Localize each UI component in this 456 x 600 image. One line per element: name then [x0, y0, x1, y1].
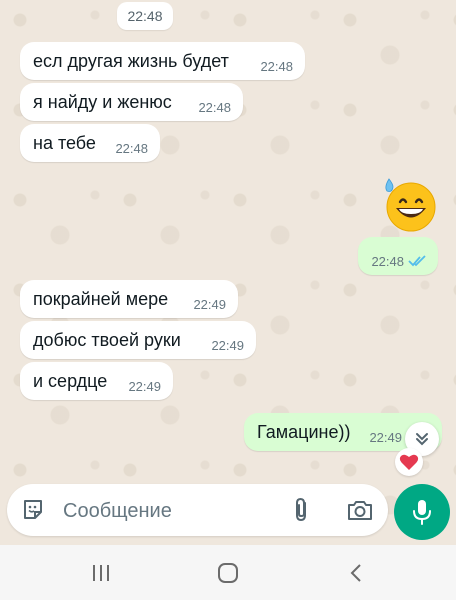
- message-bubble-incoming[interactable]: на тебе 22:48: [20, 124, 160, 162]
- reaction-badge[interactable]: [395, 448, 423, 476]
- message-text: Гамацине)): [257, 421, 351, 442]
- message-time: 22:49: [369, 430, 402, 445]
- message-text: и сердце: [33, 370, 108, 391]
- message-time: 22:49: [193, 297, 226, 312]
- recent-apps-button[interactable]: [87, 561, 115, 585]
- read-ticks-icon: [408, 255, 426, 267]
- message-time: 22:48: [115, 141, 148, 156]
- date-chip: 22:48: [117, 2, 173, 30]
- message-bubble-incoming[interactable]: и сердце 22:49: [20, 362, 173, 400]
- voice-message-button[interactable]: [394, 484, 450, 540]
- chevron-double-down-icon: [416, 433, 428, 446]
- message-time: 22:48: [371, 254, 404, 269]
- message-time: 22:49: [211, 338, 244, 353]
- sticker-icon[interactable]: [21, 498, 45, 522]
- message-text: покрайней мере: [33, 288, 169, 309]
- grinning-face-with-sweat-emoji[interactable]: [381, 175, 439, 233]
- system-navigation-bar: [0, 545, 456, 600]
- recent-apps-icon: [93, 565, 109, 581]
- message-time: 22:48: [260, 59, 293, 74]
- message-bubble-incoming[interactable]: есл другая жизнь будет 22:48: [20, 42, 305, 80]
- message-text: есл другая жизнь будет: [33, 50, 229, 71]
- message-time: 22:48: [198, 100, 231, 115]
- back-arrow-icon: [350, 564, 361, 582]
- message-bubble-incoming[interactable]: добюс твоей руки 22:49: [20, 321, 256, 359]
- heart-icon: [399, 454, 419, 470]
- home-icon: [218, 563, 238, 583]
- back-button[interactable]: [342, 561, 370, 585]
- message-time: 22:49: [128, 379, 161, 394]
- message-input[interactable]: [61, 494, 285, 528]
- message-composer: [7, 484, 388, 536]
- message-bubble-incoming[interactable]: покрайней мере 22:49: [20, 280, 238, 318]
- message-text: я найду и женюс: [33, 91, 172, 112]
- microphone-icon: [413, 500, 431, 525]
- message-bubble-outgoing[interactable]: 22:48: [358, 237, 438, 275]
- camera-icon[interactable]: [346, 498, 374, 522]
- home-button[interactable]: [214, 561, 242, 585]
- message-text: на тебе: [33, 132, 96, 153]
- message-text: добюс твоей руки: [33, 329, 181, 350]
- paperclip-icon[interactable]: [291, 497, 313, 523]
- message-bubble-incoming[interactable]: я найду и женюс 22:48: [20, 83, 243, 121]
